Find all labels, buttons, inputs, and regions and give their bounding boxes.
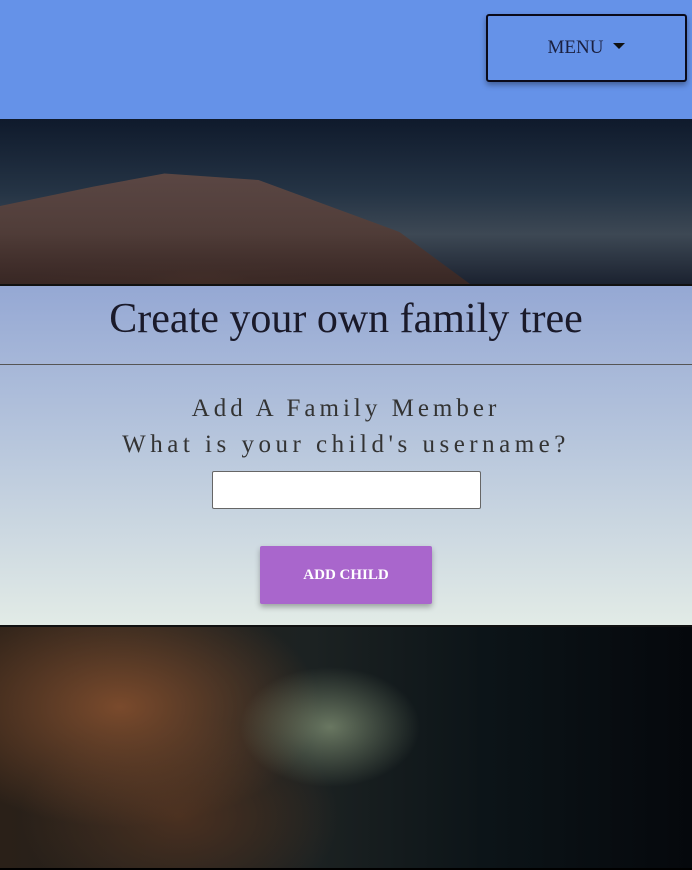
add-member-section: Create your own family tree Add A Family…	[0, 286, 692, 627]
child-username-input[interactable]	[211, 471, 481, 509]
page-title: Create your own family tree	[109, 296, 583, 342]
section-heading: Add A Family Member	[191, 395, 501, 422]
banner-image	[0, 119, 692, 286]
menu-button[interactable]: MENU	[486, 14, 687, 82]
footer-image	[0, 627, 692, 868]
navbar: MENU	[0, 0, 692, 119]
username-label: What is your child's username?	[122, 431, 570, 458]
menu-label: MENU	[547, 37, 604, 58]
add-child-button[interactable]: ADD CHILD	[260, 546, 432, 604]
divider	[0, 364, 692, 365]
caret-down-icon	[613, 43, 626, 49]
